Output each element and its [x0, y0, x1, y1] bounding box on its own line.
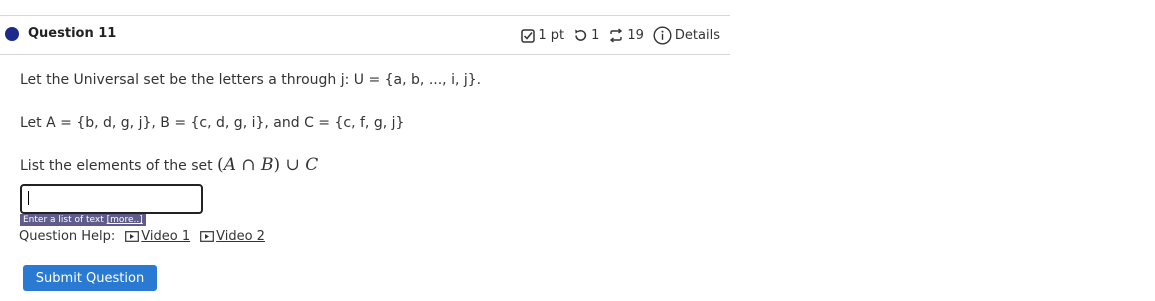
tries-item: 19	[608, 28, 644, 43]
header-divider	[0, 54, 730, 55]
attempts-item: 1	[573, 28, 599, 43]
submit-question-button[interactable]: Submit Question	[23, 265, 157, 291]
question-help: Question Help: Video 1 Video 2	[19, 229, 275, 244]
play-icon	[200, 231, 215, 242]
retry-icon	[573, 28, 588, 43]
help-label: Question Help:	[19, 229, 116, 244]
hint-text: Enter a list of text	[23, 215, 104, 225]
top-divider	[0, 15, 730, 16]
question-panel: Question 11 1 pt 1 19 Details Let the Un…	[0, 0, 730, 301]
question-status-dot	[5, 27, 19, 41]
hint-more-link[interactable]: [more..]	[107, 215, 143, 225]
set-expression: (A ∩ B) ∪ C	[217, 155, 319, 175]
tries-count: 19	[627, 28, 644, 43]
details-link[interactable]: Details	[675, 28, 720, 43]
points-item: 1 pt	[521, 28, 564, 43]
checkbox-icon	[521, 28, 536, 43]
prompt-text: List the elements of the set (A ∩ B) ∪ C	[20, 155, 318, 175]
sets-definition-text: Let A = {b, d, g, j}, B = {c, d, g, i}, …	[20, 115, 405, 131]
attempts-count: 1	[591, 28, 600, 43]
video-1-link[interactable]: Video 1	[125, 229, 190, 244]
repeat-icon	[608, 28, 624, 43]
details-item[interactable]: Details	[653, 26, 720, 45]
input-hint[interactable]: Enter a list of text [more..]	[20, 214, 146, 226]
points-label: 1 pt	[538, 28, 565, 43]
video-2-link[interactable]: Video 2	[200, 229, 265, 244]
question-title: Question 11	[28, 26, 117, 41]
answer-input[interactable]	[20, 184, 203, 214]
universal-set-text: Let the Universal set be the letters a t…	[20, 72, 482, 88]
question-meta: 1 pt 1 19 Details	[521, 26, 720, 45]
play-icon	[125, 231, 140, 242]
text-caret	[28, 191, 29, 205]
prompt-prefix: List the elements of the set	[20, 158, 218, 174]
info-icon	[653, 26, 672, 45]
